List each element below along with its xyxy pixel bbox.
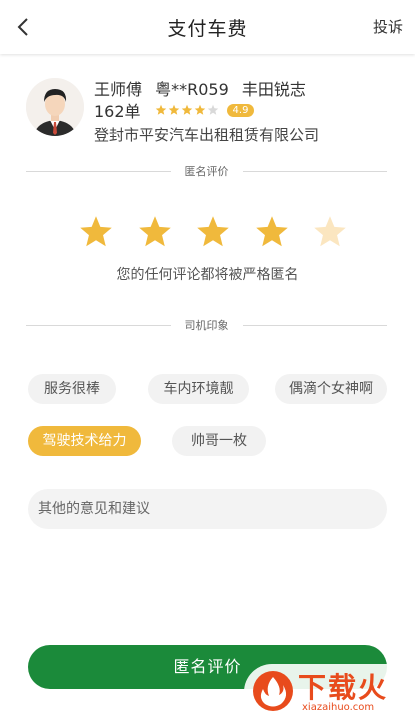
car-model: 丰田锐志 [241,80,306,99]
rating-section-title: 匿名评价 [184,165,229,178]
star-empty-icon[interactable] [312,214,348,250]
impression-section-title: 司机印象 [184,319,229,332]
star-filled-icon [168,104,179,115]
tag-service[interactable]: 服务很棒 [28,374,116,404]
anonymity-note: 您的任何评论都将被严格匿名 [116,267,299,283]
star-filled-icon[interactable] [195,214,231,250]
back-button[interactable] [8,12,38,42]
top-bar: 支付车费 投诉 [0,0,415,54]
tag-car-environment[interactable]: 车内环境靓 [148,374,249,404]
star-empty-icon [207,104,218,115]
star-filled-icon [155,104,166,115]
impression-section-divider: 司机印象 [26,317,387,333]
driver-avatar [26,78,84,136]
tag-label: 偶滴个女神啊 [289,381,373,397]
flame-logo-icon [253,671,293,711]
complain-button[interactable]: 投诉 [373,16,403,37]
tag-label: 帅哥一枚 [191,433,247,449]
driver-company: 登封市平安汽车出租租赁有限公司 [94,126,320,144]
watermark-url: xiazaihuo.com [302,702,375,713]
star-filled-icon[interactable] [78,214,114,250]
star-filled-icon[interactable] [137,214,173,250]
star-filled-icon[interactable] [254,214,290,250]
tag-label: 驾驶技术给力 [42,433,127,449]
tag-label: 服务很棒 [44,381,100,397]
order-count: 162单 [94,102,141,121]
star-rating-input [78,214,348,254]
watermark-text: 下载火 [298,671,389,704]
driver-star-rating [155,104,219,116]
driver-identity: 王师傅 粤**R059 丰田锐志 [94,76,403,99]
tag-goddess[interactable]: 偶滴个女神啊 [275,374,387,404]
driver-card: 王师傅 粤**R059 丰田锐志 162单 4.9 登封市平安汽车出租租赁有限公… [26,76,403,146]
rating-badge: 4.9 [226,103,255,117]
star-filled-icon [181,104,192,115]
tag-label: 车内环境靓 [163,381,234,397]
driver-name: 王师傅 [94,80,143,99]
watermark: 下载火 xiazaihuo.com [244,664,415,720]
car-plate: 粤**R059 [155,80,229,99]
chevron-left-icon [17,18,28,36]
star-filled-icon [194,104,205,115]
tag-driving-skill[interactable]: 驾驶技术给力 [28,426,141,456]
tag-handsome[interactable]: 帅哥一枚 [172,426,266,456]
page-title: 支付车费 [167,17,248,40]
suggestion-input[interactable] [28,489,387,529]
rating-section-divider: 匿名评价 [26,163,387,179]
